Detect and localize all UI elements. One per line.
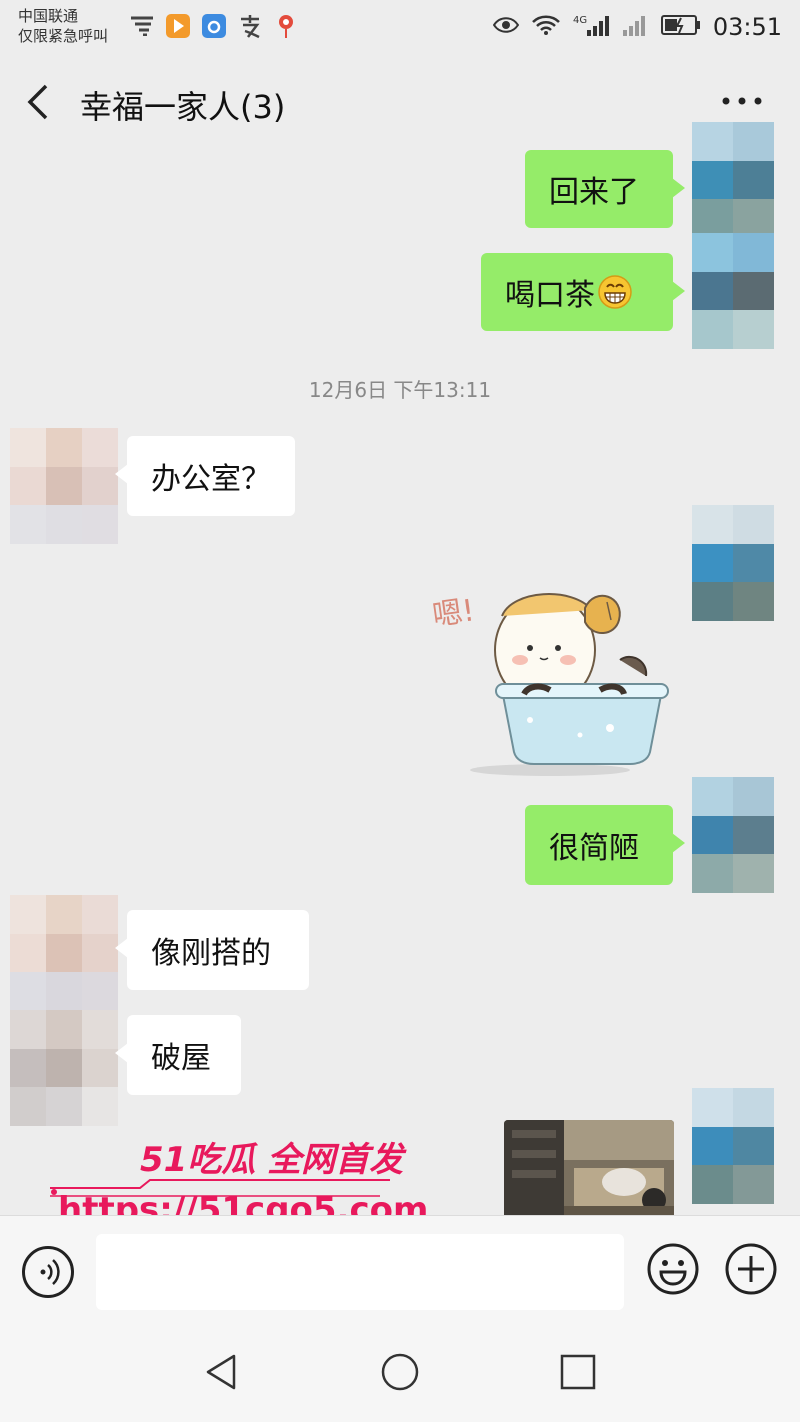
message-bubble-other[interactable]: 像刚搭的 [115,910,309,990]
video-play-icon [164,12,192,40]
message-input[interactable] [96,1234,624,1310]
more-dots-icon[interactable] [720,86,764,116]
message-text: 像刚搭的 [151,936,271,971]
message-bubble-mine[interactable]: 回来了 [525,150,685,228]
signal-icon [621,12,649,42]
grinning-face-icon [597,274,633,310]
status-bar: 中国联通 仅限紧急呼叫 4G 03:51 [0,0,800,58]
member-avatar[interactable] [10,428,118,544]
watermark-url: https://51cgo5.com [58,1190,429,1215]
sticker-text: 嗯! [430,593,476,634]
battery-charging-icon [660,14,701,40]
alipay-icon [236,12,264,40]
my-avatar[interactable] [692,777,774,893]
wifi-app-icon [200,12,228,40]
message-bubble-mine[interactable]: 喝口茶 [481,253,685,331]
location-pin-icon [272,12,300,40]
voice-icon[interactable] [22,1246,74,1298]
nav-home-icon[interactable] [378,1350,422,1394]
sticker-message[interactable]: 嗯! [430,560,670,780]
plus-icon[interactable] [724,1242,778,1296]
nav-recents-icon[interactable] [556,1350,600,1394]
message-text: 喝口茶 [505,278,595,313]
message-timestamp: 12月6日 下午13:11 [308,378,492,402]
watermark: 51吃瓜 全网首发 https://51cgo5.com [50,1132,428,1215]
system-nav-bar [0,1320,800,1422]
nav-back-icon[interactable] [200,1350,244,1394]
input-bar [0,1215,800,1320]
signal-flag-icon [128,12,156,40]
clock: 03:51 [712,13,782,41]
system-status-icons: 4G 03:51 [492,12,782,42]
message-text: 办公室？ [151,462,271,497]
eye-icon [492,15,520,39]
image-message[interactable] [504,1120,674,1215]
message-text: 破屋 [151,1041,211,1076]
message-text: 回来了 [549,175,639,210]
signal-4g-icon: 4G [573,12,609,42]
notification-icons [128,12,300,40]
back-chevron-icon[interactable] [24,82,54,122]
member-avatar[interactable] [10,1010,118,1126]
emoji-icon[interactable] [646,1242,700,1296]
message-text: 很简陋 [549,831,639,866]
my-avatar[interactable] [692,505,774,621]
member-avatar[interactable] [10,895,118,1011]
my-avatar[interactable] [692,122,774,238]
carrier-info: 中国联通 仅限紧急呼叫 [18,6,108,46]
my-avatar[interactable] [692,1088,774,1204]
carrier-status: 仅限紧急呼叫 [18,27,109,45]
carrier-name: 中国联通 [18,7,79,25]
message-bubble-mine[interactable]: 很简陋 [525,805,685,885]
message-bubble-other[interactable]: 破屋 [115,1015,241,1095]
my-avatar[interactable] [692,233,774,349]
watermark-brand: 51吃瓜 全网首发 [140,1140,404,1180]
wifi-icon [531,14,561,40]
svg-text:4G: 4G [573,15,587,26]
message-list[interactable]: 回来了 喝口茶 12月6日 下午13:11 办公室？ 嗯! 很简陋 像刚搭的 破… [0,120,800,1215]
message-bubble-other[interactable]: 办公室？ [115,436,295,516]
